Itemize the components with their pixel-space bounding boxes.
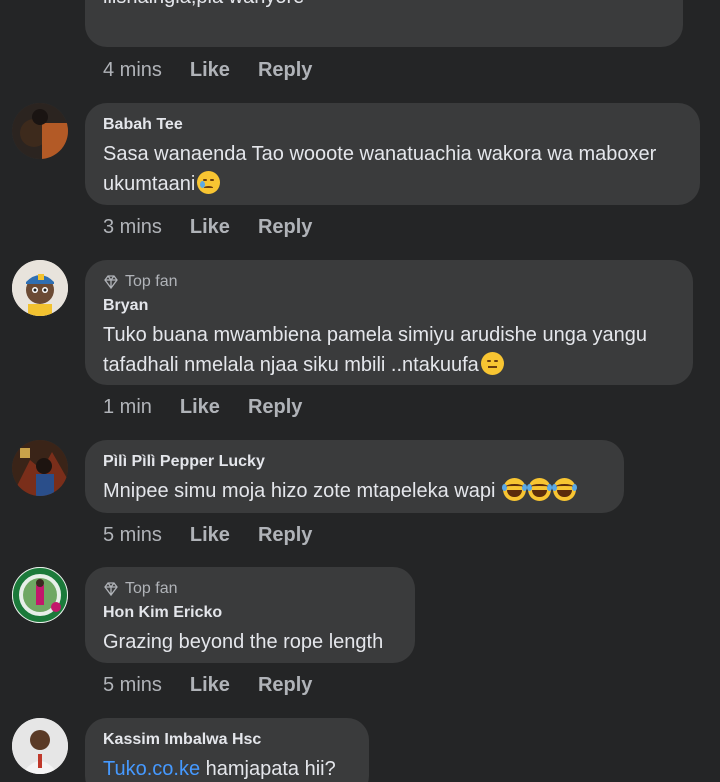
comment-text-line1: Tuko buana mwambiena pamela simiyu arudi… <box>103 324 648 346</box>
comment-text: Grazing beyond the rope length <box>103 631 384 653</box>
laughing-tears-emoji-icon <box>526 478 552 501</box>
avatar[interactable] <box>12 718 68 774</box>
comment-time[interactable]: 5 mins <box>103 524 162 547</box>
comment-text: Mnipee simu moja hizo zote mtapeleka wap… <box>103 476 606 506</box>
comment-bubble: Pìlì Pìlì Pepper Lucky Mnipee simu moja … <box>85 440 624 513</box>
top-fan-label: Top fan <box>125 580 178 597</box>
diamond-icon <box>104 582 118 597</box>
laughing-tears-emoji-icon <box>501 478 527 501</box>
comment-time[interactable]: 1 min <box>103 396 152 419</box>
top-fan-badge: Top fan <box>103 579 397 599</box>
comment-text: lilshaingia,pia wanyore <box>103 0 665 12</box>
top-fan-label: Top fan <box>125 273 178 290</box>
comment-text-line1: Mnipee simu moja hizo zote mtapeleka wap… <box>103 480 496 502</box>
comment-bubble: Kassim Imbalwa Hsc Tuko.co.ke hamjapata … <box>85 718 369 782</box>
top-fan-badge: Top fan <box>103 272 675 292</box>
comment-actions: 5 mins Like Reply <box>103 520 340 550</box>
reply-button[interactable]: Reply <box>258 524 312 547</box>
comment-text-line1: Sasa wanaenda Tao wooote wanatuachia wak… <box>103 143 657 165</box>
like-button[interactable]: Like <box>180 396 220 419</box>
comment-author[interactable]: Kassim Imbalwa Hsc <box>103 730 351 750</box>
comment-time[interactable]: 5 mins <box>103 674 162 697</box>
comment-bubble: lilshaingia,pia wanyore <box>85 0 683 47</box>
comment-author[interactable]: Babah Tee <box>103 115 682 135</box>
comment-author[interactable]: Hon Kim Ericko <box>103 603 397 623</box>
tuko-link[interactable]: Tuko.co.ke <box>103 758 200 780</box>
comment-text: Sasa wanaenda Tao wooote wanatuachia wak… <box>103 139 682 199</box>
comment-actions: 5 mins Like Reply <box>103 670 340 700</box>
avatar[interactable] <box>12 440 68 496</box>
comment-author[interactable]: Pìlì Pìlì Pepper Lucky <box>103 452 606 472</box>
comment-time[interactable]: 4 mins <box>103 59 162 82</box>
like-button[interactable]: Like <box>190 674 230 697</box>
avatar[interactable] <box>12 567 68 623</box>
unamused-emoji-icon <box>480 352 504 375</box>
reply-button[interactable]: Reply <box>248 396 302 419</box>
like-button[interactable]: Like <box>190 59 230 82</box>
sad-tear-emoji-icon <box>197 171 221 194</box>
laughing-tears-emoji-icon <box>551 478 577 501</box>
comment-text-line2: tafadhali nmelala njaa siku mbili ..ntak… <box>103 354 479 376</box>
comment-text-line1: hamjapata hii? <box>200 758 336 780</box>
comment-time[interactable]: 3 mins <box>103 216 162 239</box>
like-button[interactable]: Like <box>190 216 230 239</box>
comment-text: Tuko buana mwambiena pamela simiyu arudi… <box>103 320 675 380</box>
comment-bubble: Top fan Hon Kim Ericko Grazing beyond th… <box>85 567 415 663</box>
avatar[interactable] <box>12 103 68 159</box>
comment-actions: 3 mins Like Reply <box>103 212 340 242</box>
comment-actions: 4 mins Like Reply <box>103 55 340 85</box>
comment-actions: 1 min Like Reply <box>103 392 330 422</box>
reply-button[interactable]: Reply <box>258 216 312 239</box>
diamond-icon <box>104 275 118 290</box>
reply-button[interactable]: Reply <box>258 59 312 82</box>
comment-bubble: Babah Tee Sasa wanaenda Tao wooote wanat… <box>85 103 700 205</box>
comment-author[interactable]: Bryan <box>103 296 675 316</box>
comment-bubble: Top fan Bryan Tuko buana mwambiena pamel… <box>85 260 693 385</box>
like-button[interactable]: Like <box>190 524 230 547</box>
comment-text-line2: ukumtaani <box>103 173 196 195</box>
reply-button[interactable]: Reply <box>258 674 312 697</box>
comment-text: Tuko.co.ke hamjapata hii? <box>103 754 351 782</box>
avatar[interactable] <box>12 260 68 316</box>
